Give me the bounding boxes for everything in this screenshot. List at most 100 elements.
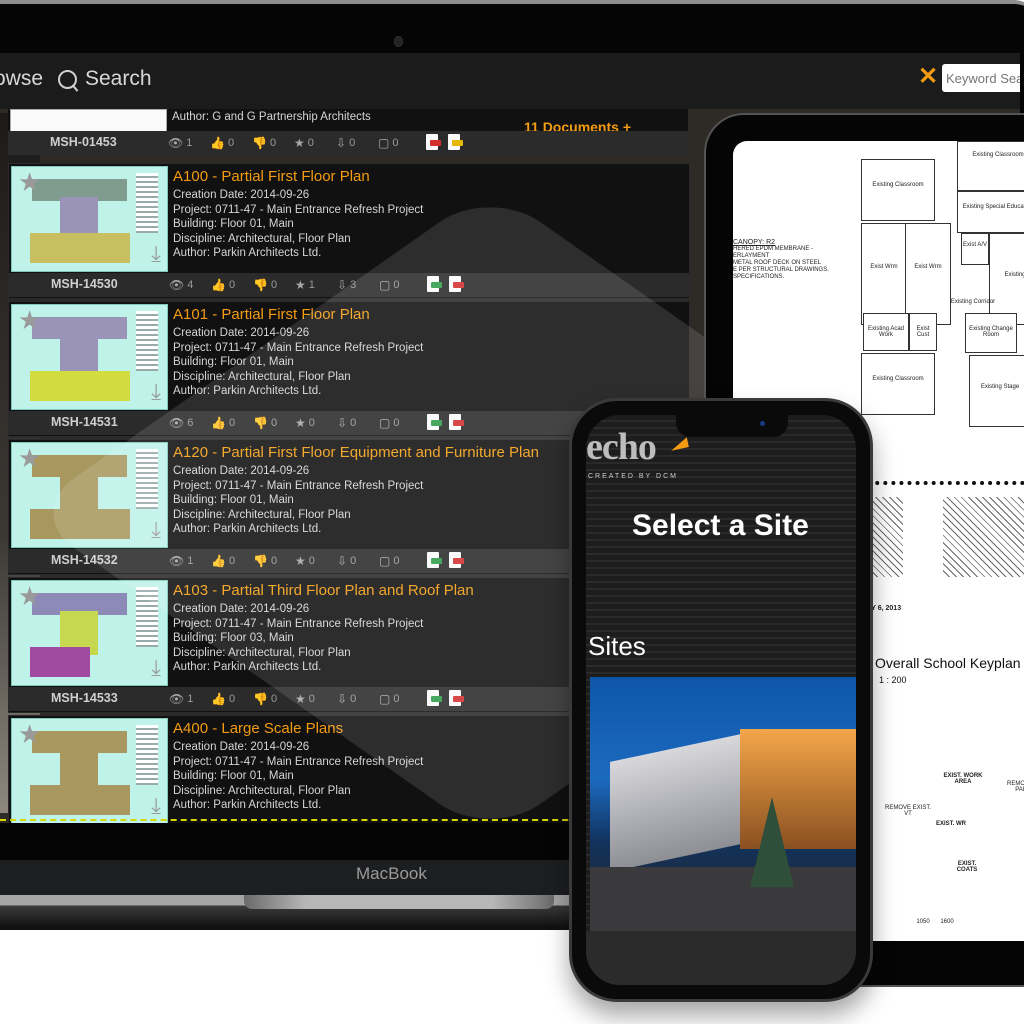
document-thumbnail[interactable]: ★ ⤓ — [11, 304, 168, 410]
discipline: Discipline: Architectural, Floor Plan — [173, 232, 351, 245]
document-title[interactable]: A101 - Partial First Floor Plan — [173, 306, 370, 323]
thumbs-down-icon[interactable]: 👎 — [253, 692, 268, 706]
downloads-count: 0 — [349, 137, 356, 149]
likes-count: 0 — [228, 279, 236, 291]
nav-browse[interactable]: owse — [0, 67, 43, 91]
likes-count: 0 — [227, 137, 235, 149]
document-id: MSH-14530 — [51, 277, 118, 291]
download-icon[interactable]: ⇩ — [337, 278, 347, 292]
discipline: Discipline: Architectural, Floor Plan — [173, 646, 351, 659]
stars-count: 1 — [308, 279, 315, 291]
comment-icon[interactable]: ▢ — [379, 692, 390, 706]
top-nav-bar: owse Search ✕ — [0, 53, 1020, 109]
star-icon[interactable]: ★ — [294, 136, 305, 150]
creation-date: Creation Date: 2014-09-26 — [173, 603, 310, 615]
pdf-file-icon[interactable] — [426, 134, 441, 150]
document-thumbnail[interactable]: ★ ⤓ — [11, 580, 168, 686]
favorite-star-icon[interactable]: ★ — [18, 169, 41, 195]
project: Project: 0711-47 - Main Entrance Refresh… — [173, 479, 424, 492]
download-tray-icon[interactable]: ⤓ — [151, 793, 161, 819]
keyword-search-input[interactable] — [942, 64, 1020, 92]
room: Existing Library — [989, 233, 1024, 325]
thumbs-down-icon[interactable]: 👎 — [253, 416, 268, 430]
site-card-photo[interactable] — [590, 677, 856, 931]
thumbs-up-icon[interactable]: 👍 — [211, 692, 226, 706]
download-tray-icon[interactable]: ⤓ — [151, 517, 161, 543]
dwg-file-icon[interactable] — [427, 690, 442, 706]
thumbs-down-icon[interactable]: 👎 — [253, 554, 268, 568]
favorite-star-icon[interactable]: ★ — [18, 583, 41, 609]
document-thumbnail[interactable] — [10, 109, 167, 133]
building-image — [610, 732, 750, 872]
download-icon[interactable]: ⇩ — [337, 692, 347, 706]
document-meta: Creation Date: 2014-09-26 Project: 0711-… — [173, 188, 423, 261]
document-stats: 👁 4 👍 0 👎 0 ★ 1 ⇩ 3 ▢ 0 — [169, 278, 421, 292]
room: Existing Classroom — [957, 141, 1024, 191]
document-meta: Creation Date: 2014-09-26 Project: 0711-… — [173, 740, 423, 813]
download-icon[interactable]: ⇩ — [336, 136, 346, 150]
star-icon[interactable]: ★ — [295, 278, 306, 292]
comment-icon[interactable]: ▢ — [379, 416, 390, 430]
room: Existing Classroom — [861, 159, 935, 221]
front-camera-icon — [760, 421, 765, 426]
pdf-file-icon[interactable] — [449, 414, 464, 430]
document-id: MSH-01453 — [50, 135, 117, 149]
download-icon[interactable]: ⇩ — [337, 554, 347, 568]
room: Exist Wrm — [861, 223, 907, 325]
document-thumbnail[interactable]: ★ ⤓ — [11, 718, 168, 823]
discipline: Discipline: Architectural, Floor Plan — [173, 508, 351, 521]
document-thumbnail[interactable]: ★ ⤓ — [11, 442, 168, 548]
document-card[interactable]: ★ ⤓ A100 - Partial First Floor Plan Creat… — [8, 163, 690, 299]
document-title[interactable]: A120 - Partial First Floor Equipment and… — [173, 444, 539, 461]
thumbs-up-icon[interactable]: 👍 — [211, 416, 226, 430]
eye-icon: 👁 — [169, 416, 185, 430]
creation-date: Creation Date: 2014-09-26 — [173, 189, 310, 201]
stars-count: 0 — [308, 555, 315, 567]
document-title[interactable]: A100 - Partial First Floor Plan — [173, 168, 370, 185]
favorite-star-icon[interactable]: ★ — [18, 721, 41, 747]
phone-device: echo CREATED BY DCM Select a Site Sites — [569, 398, 873, 1002]
download-icon[interactable]: ⇩ — [337, 416, 347, 430]
thumbs-up-icon[interactable]: 👍 — [210, 136, 225, 150]
document-thumbnail[interactable]: ★ ⤓ — [11, 166, 168, 272]
download-tray-icon[interactable]: ⤓ — [151, 655, 161, 681]
room: Exist A/V — [961, 233, 989, 265]
likes-count: 0 — [228, 555, 236, 567]
project: Project: 0711-47 - Main Entrance Refresh… — [173, 203, 424, 216]
dwg-file-icon[interactable] — [427, 552, 442, 568]
dimension-label: 1050 — [916, 919, 930, 925]
eye-icon: 👁 — [169, 278, 185, 292]
pdf-file-icon[interactable] — [449, 276, 464, 292]
star-icon[interactable]: ★ — [295, 692, 306, 706]
document-author: Author: G and G Partnership Architects — [172, 111, 371, 123]
favorite-star-icon[interactable]: ★ — [18, 445, 41, 471]
thumbs-down-icon[interactable]: 👎 — [252, 136, 267, 150]
views-count: 6 — [187, 417, 194, 429]
thumbs-down-icon[interactable]: 👎 — [253, 278, 268, 292]
paper-plane-icon — [669, 437, 689, 451]
download-tray-icon[interactable]: ⤓ — [151, 241, 161, 267]
file-badges — [427, 414, 464, 430]
comment-icon[interactable]: ▢ — [379, 278, 390, 292]
author: Author: Parkin Architects Ltd. — [173, 799, 322, 812]
comment-icon[interactable]: ▢ — [378, 136, 389, 150]
building: Building: Floor 03, Main — [173, 632, 294, 645]
favorite-star-icon[interactable]: ★ — [18, 307, 41, 333]
document-id: MSH-14533 — [51, 691, 118, 705]
dwg-file-icon[interactable] — [427, 414, 442, 430]
star-icon[interactable]: ★ — [295, 554, 306, 568]
dwg-file-icon[interactable] — [427, 276, 442, 292]
document-title[interactable]: A400 - Large Scale Plans — [173, 720, 343, 737]
pdf-file-icon[interactable] — [449, 690, 464, 706]
pdf-file-icon[interactable] — [449, 552, 464, 568]
comment-icon[interactable]: ▢ — [379, 554, 390, 568]
close-icon[interactable]: ✕ — [918, 62, 938, 91]
thumbs-up-icon[interactable]: 👍 — [211, 554, 226, 568]
download-tray-icon[interactable]: ⤓ — [151, 379, 161, 405]
document-card-partial[interactable]: Author: G and G Partnership Architects 1… — [8, 109, 688, 155]
thumbs-up-icon[interactable]: 👍 — [211, 278, 226, 292]
nav-search[interactable]: Search — [58, 67, 152, 91]
tif-file-icon[interactable] — [448, 134, 463, 150]
star-icon[interactable]: ★ — [295, 416, 306, 430]
document-title[interactable]: A103 - Partial Third Floor Plan and Roof… — [173, 582, 474, 599]
